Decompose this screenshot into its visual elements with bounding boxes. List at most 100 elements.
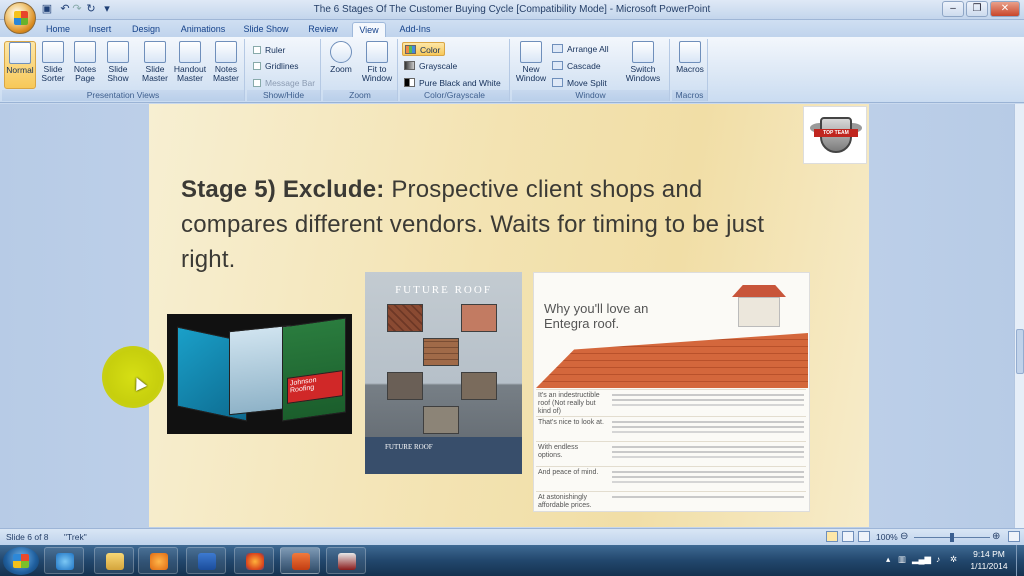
slide-show-button[interactable]: Slide Show bbox=[102, 41, 134, 89]
show-desktop-button[interactable] bbox=[1016, 545, 1024, 576]
group-label-color-grayscale: Color/Grayscale bbox=[400, 90, 509, 101]
message-bar-checkbox[interactable]: Message Bar bbox=[253, 76, 315, 90]
row-divider bbox=[536, 441, 806, 442]
scrollbar-thumb[interactable] bbox=[1016, 329, 1024, 374]
zoom-in-icon[interactable]: ⊕ bbox=[992, 531, 1000, 542]
network-icon[interactable]: ▥ bbox=[898, 554, 906, 565]
slide-sorter-button[interactable]: Slide Sorter bbox=[38, 41, 68, 89]
window-title: The 6 Stages Of The Customer Buying Cycl… bbox=[313, 4, 711, 15]
sync-icon[interactable]: ✲ bbox=[950, 554, 957, 565]
flyer-row-text bbox=[612, 446, 804, 448]
group-window: New Window Arrange All Cascade Move Spli… bbox=[512, 39, 670, 101]
normal-view-button[interactable]: Normal bbox=[4, 41, 36, 89]
powerpoint-icon bbox=[292, 553, 310, 570]
slide-canvas[interactable]: Stage 5) Exclude: Prospective client sho… bbox=[149, 104, 869, 527]
tab-review[interactable]: Review bbox=[302, 22, 344, 38]
vertical-scrollbar[interactable] bbox=[1014, 104, 1024, 528]
signal-icon[interactable]: ▂▄▆ bbox=[912, 554, 931, 565]
logo-banner: TOP TEAM bbox=[814, 129, 858, 137]
firefox-icon bbox=[246, 553, 264, 570]
taskbar-internet-explorer[interactable] bbox=[44, 547, 84, 574]
group-label-presentation-views: Presentation Views bbox=[2, 90, 244, 101]
macros-button[interactable]: Macros bbox=[674, 41, 706, 89]
slide-sorter-icon[interactable] bbox=[842, 531, 854, 542]
gridlines-checkbox[interactable]: Gridlines bbox=[253, 59, 299, 73]
pure-black-white-button[interactable]: Pure Black and White bbox=[404, 76, 501, 90]
fit-slide-icon[interactable] bbox=[1008, 531, 1020, 542]
handout-master-icon bbox=[179, 41, 201, 63]
minimize-button[interactable]: – bbox=[942, 1, 964, 17]
tab-slide-show[interactable]: Slide Show bbox=[240, 22, 292, 38]
macros-icon bbox=[679, 41, 701, 63]
flyer-row-label: With endless options. bbox=[538, 444, 579, 459]
future-roof-photo[interactable]: FUTURE ROOF FUTURE ROOF bbox=[365, 272, 522, 474]
tab-add-ins[interactable]: Add-Ins bbox=[394, 22, 436, 38]
fit-window-icon bbox=[366, 41, 388, 63]
taskbar-explorer[interactable] bbox=[94, 547, 134, 574]
grayscale-button[interactable]: Grayscale bbox=[404, 59, 457, 73]
ruler-checkbox[interactable]: Ruler bbox=[253, 43, 285, 57]
slide-show-icon[interactable] bbox=[858, 531, 870, 542]
normal-view-icon bbox=[9, 42, 31, 64]
tab-animations[interactable]: Animations bbox=[174, 22, 232, 38]
start-button[interactable] bbox=[3, 547, 39, 575]
entegra-roof-flyer[interactable]: Why you'll love an Entegra roof. It's an… bbox=[533, 272, 810, 512]
group-label-show-hide: Show/Hide bbox=[247, 90, 320, 101]
clock-time[interactable]: 9:14 PM bbox=[968, 549, 1010, 559]
volume-icon[interactable]: ♪ bbox=[936, 554, 940, 564]
tab-view[interactable]: View bbox=[352, 22, 386, 38]
close-button[interactable]: ✕ bbox=[990, 1, 1020, 17]
notes-page-button[interactable]: Notes Page bbox=[70, 41, 100, 89]
cascade-button[interactable]: Cascade bbox=[552, 59, 601, 73]
clock-date[interactable]: 1/11/2014 bbox=[966, 561, 1012, 571]
zoom-slider-thumb[interactable] bbox=[950, 533, 954, 542]
taskbar-screen-recorder[interactable] bbox=[326, 547, 366, 574]
flyer-row-text bbox=[612, 421, 804, 423]
roof-tile-sample bbox=[387, 372, 423, 400]
status-bar: Slide 6 of 8 "Trek" 100% ⊖ ⊕ bbox=[0, 528, 1024, 545]
group-show-hide: Ruler Gridlines Message Bar Show/Hide bbox=[247, 39, 321, 101]
normal-view-icon[interactable] bbox=[826, 531, 838, 542]
taskbar-media-player[interactable] bbox=[138, 547, 178, 574]
roof-tile-sample bbox=[423, 338, 459, 366]
move-split-icon bbox=[552, 78, 563, 87]
handout-master-button[interactable]: Handout Master bbox=[172, 41, 208, 89]
flyer-row-text bbox=[612, 471, 804, 473]
taskbar-firefox[interactable] bbox=[234, 547, 274, 574]
tab-home[interactable]: Home bbox=[40, 22, 76, 38]
fit-to-window-button[interactable]: Fit to Window bbox=[359, 41, 395, 89]
restore-button[interactable]: ❐ bbox=[966, 1, 988, 17]
checkbox-icon bbox=[253, 62, 261, 70]
slide-heading[interactable]: Stage 5) Exclude: Prospective client sho… bbox=[181, 172, 801, 277]
move-split-button[interactable]: Move Split bbox=[552, 76, 607, 90]
taskbar-word[interactable] bbox=[186, 547, 226, 574]
show-hidden-icons-icon[interactable]: ▴ bbox=[886, 554, 890, 565]
cursor-highlight bbox=[102, 346, 164, 408]
chimney-cap bbox=[732, 285, 786, 297]
flyer-row-label: That's nice to look at. bbox=[538, 419, 604, 426]
flyer-row-label: And peace of mind. bbox=[538, 469, 599, 476]
ribbon-tabs: Home Insert Design Animations Slide Show… bbox=[0, 20, 1024, 38]
flyer-row-text bbox=[612, 496, 804, 498]
group-color-grayscale: Color Grayscale Pure Black and White Col… bbox=[400, 39, 510, 101]
tab-insert[interactable]: Insert bbox=[82, 22, 118, 38]
group-label-window: Window bbox=[512, 90, 669, 101]
color-button[interactable]: Color bbox=[402, 42, 446, 56]
zoom-out-icon[interactable]: ⊖ bbox=[900, 531, 908, 542]
zoom-button[interactable]: Zoom bbox=[326, 41, 356, 89]
switch-windows-icon bbox=[632, 41, 654, 63]
tab-design[interactable]: Design bbox=[126, 22, 166, 38]
arrange-all-button[interactable]: Arrange All bbox=[552, 42, 609, 56]
switch-windows-button[interactable]: Switch Windows bbox=[620, 41, 666, 89]
media-player-icon bbox=[150, 553, 168, 570]
stage-label: Stage 5) Exclude: bbox=[181, 176, 385, 203]
zoom-level[interactable]: 100% bbox=[876, 532, 898, 542]
internet-explorer-icon bbox=[56, 553, 74, 570]
black-white-swatch-icon bbox=[404, 78, 415, 87]
notes-master-button[interactable]: Notes Master bbox=[210, 41, 242, 89]
brochure-photo[interactable]: Johnson Roofing bbox=[167, 314, 352, 434]
new-window-button[interactable]: New Window bbox=[514, 41, 548, 89]
slide-master-button[interactable]: Slide Master bbox=[139, 41, 171, 89]
office-button[interactable] bbox=[4, 2, 36, 34]
taskbar-powerpoint[interactable] bbox=[280, 547, 320, 574]
